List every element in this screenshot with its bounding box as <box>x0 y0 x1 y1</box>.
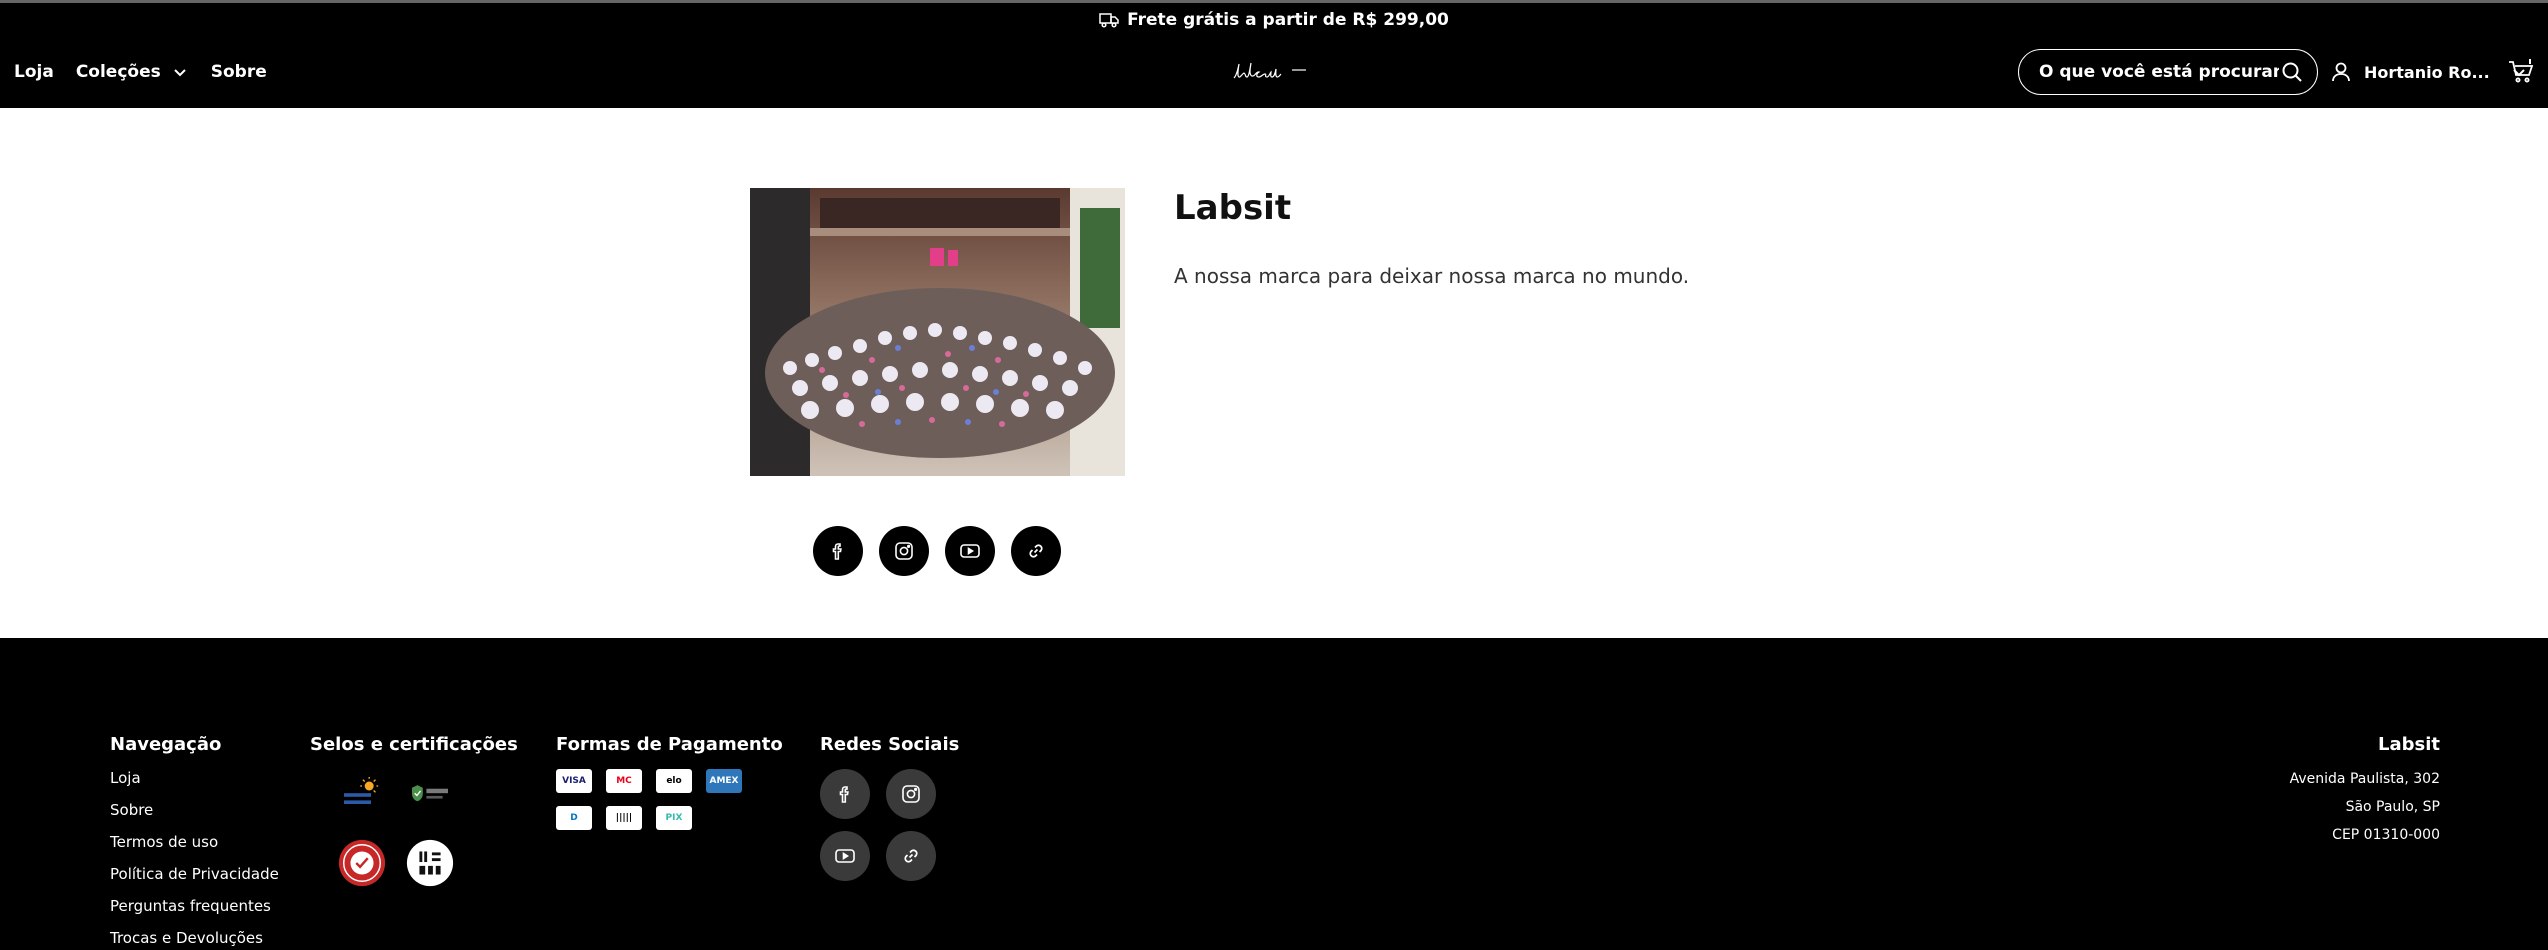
facebook-icon <box>839 786 849 803</box>
footer-instagram-button[interactable] <box>886 769 936 819</box>
footer-facebook-button[interactable] <box>820 769 870 819</box>
mastercard-card: MC <box>606 769 642 793</box>
lets-encrypt-logo <box>344 777 379 804</box>
google-safe-logo <box>412 785 448 802</box>
footer-link-privacidade[interactable]: Política de Privacidade <box>110 865 279 883</box>
nav-label: Loja <box>14 62 54 82</box>
nav-item-loja[interactable]: Loja <box>14 62 54 82</box>
nav-item-sobre[interactable]: Sobre <box>211 62 267 82</box>
truck-icon <box>1099 12 1119 28</box>
footer-navigation: Navegação Loja Sobre Termos de uso Polít… <box>110 734 279 950</box>
facebook-icon <box>832 543 842 560</box>
footer-payment-title: Formas de Pagamento <box>556 734 783 755</box>
about-section: Labsit A nossa marca para deixar nossa m… <box>0 108 2548 638</box>
instagram-icon <box>895 542 913 560</box>
nav-label: Sobre <box>210 62 267 82</box>
certification-seal-white[interactable] <box>404 837 456 889</box>
search-icon[interactable] <box>2281 61 2303 83</box>
google-safe-seal[interactable] <box>404 769 456 821</box>
visa-card: VISA <box>556 769 592 793</box>
footer-seals-title: Selos e certificações <box>310 734 518 755</box>
nav-item-colecoes[interactable]: Coleções <box>76 62 189 82</box>
lets-encrypt-seal[interactable] <box>336 769 388 821</box>
site-footer: Navegação Loja Sobre Termos de uso Polít… <box>0 638 2548 950</box>
search-input[interactable] <box>2039 62 2279 82</box>
youtube-icon <box>960 544 980 558</box>
footer-nav-title: Navegação <box>110 734 222 755</box>
boleto-card: ||||| <box>606 806 642 830</box>
footer-youtube-button[interactable] <box>820 831 870 881</box>
about-social-links <box>813 526 1061 576</box>
link-button[interactable] <box>1011 526 1061 576</box>
badge-icon <box>338 839 386 887</box>
link-icon <box>1029 544 1043 558</box>
certification-seal-red[interactable] <box>336 837 388 889</box>
footer-social-title: Redes Sociais <box>820 734 960 755</box>
footer-social: Redes Sociais <box>820 734 959 881</box>
link-icon <box>904 849 918 863</box>
youtube-button[interactable] <box>945 526 995 576</box>
announcement-text: Frete grátis a partir de R$ 299,00 <box>1127 9 1449 30</box>
nav-label: Coleções <box>75 62 161 82</box>
footer-link-sobre[interactable]: Sobre <box>110 801 153 819</box>
address-city: São Paulo, SP <box>2345 799 2440 815</box>
youtube-icon <box>835 849 855 863</box>
chevron-down-icon <box>174 69 186 77</box>
page-title: Labsit <box>1174 188 1292 228</box>
brand-logo[interactable] <box>1230 56 1316 90</box>
footer-seals: Selos e certificações <box>310 734 518 889</box>
footer-link-trocas[interactable]: Trocas e Devoluções <box>110 929 263 947</box>
address-zip: CEP 01310-000 <box>2332 827 2440 843</box>
cart-icon[interactable] <box>2508 58 2534 84</box>
site-header: Loja Coleções Sobre Hortanio Ro... <box>0 36 2548 108</box>
badge-icon <box>406 839 454 887</box>
diners-card: D <box>556 806 592 830</box>
search-box[interactable] <box>2018 49 2318 95</box>
instagram-button[interactable] <box>879 526 929 576</box>
about-description: A nossa marca para deixar nossa marca no… <box>1174 264 1690 288</box>
footer-link-termos[interactable]: Termos de uso <box>110 833 218 851</box>
main-nav: Loja Coleções Sobre <box>14 36 267 108</box>
footer-payment: Formas de Pagamento VISA MC elo AMEX D ||||| P… <box>556 734 783 830</box>
footer-link-loja[interactable]: Loja <box>110 769 141 787</box>
team-photo <box>750 188 1125 476</box>
elo-card: elo <box>656 769 692 793</box>
facebook-button[interactable] <box>813 526 863 576</box>
user-menu[interactable]: Hortanio Ro... <box>2330 36 2528 108</box>
amex-card: AMEX <box>706 769 742 793</box>
announcement-bar: Frete grátis a partir de R$ 299,00 <box>0 0 2548 36</box>
address-street: Avenida Paulista, 302 <box>2289 771 2440 787</box>
footer-address-title: Labsit <box>2378 734 2440 755</box>
pix-card: PIX <box>656 806 692 830</box>
footer-link-button[interactable] <box>886 831 936 881</box>
user-name: Hortanio Ro... <box>2364 62 2490 82</box>
payment-methods: VISA MC elo AMEX D ||||| PIX <box>556 769 783 830</box>
instagram-icon <box>902 785 920 803</box>
footer-address: Labsit Avenida Paulista, 302 São Paulo, … <box>2290 734 2440 855</box>
footer-link-faq[interactable]: Perguntas frequentes <box>110 897 271 915</box>
user-icon <box>2332 62 2350 82</box>
